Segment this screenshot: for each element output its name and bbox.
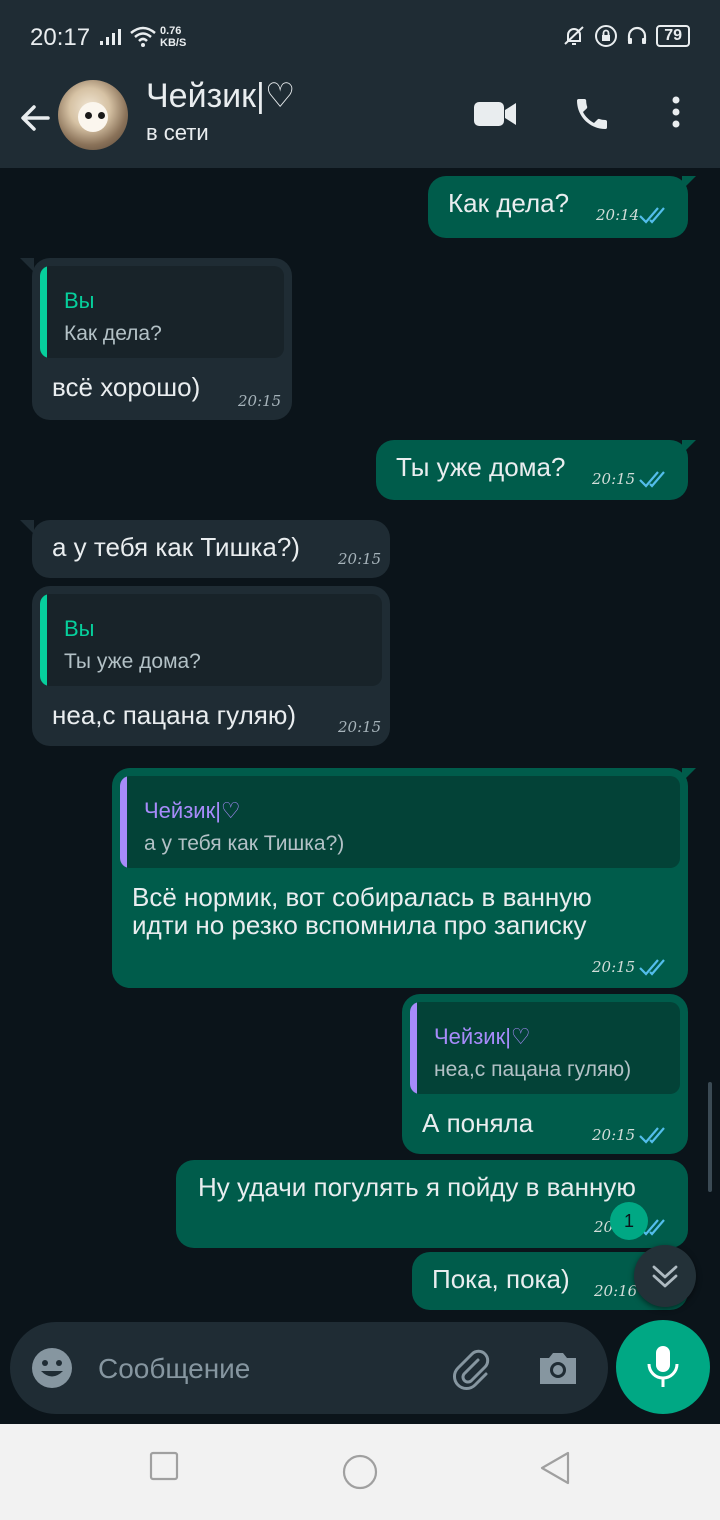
message-text: Ну удачи погулять я пойду в ванную: [198, 1172, 636, 1202]
message-time: 20:15: [592, 958, 636, 976]
status-time: 20:17: [30, 24, 91, 51]
camera-icon[interactable]: [536, 1346, 580, 1390]
quote-text: Как дела?: [64, 322, 162, 345]
contact-status: в сети: [146, 120, 209, 145]
quote-author: Вы: [64, 288, 95, 313]
avatar-eye: [85, 112, 92, 119]
message-outgoing[interactable]: Чейзик|♡ а у тебя как Тишка?) Всё нормик…: [112, 768, 696, 988]
reply-quote[interactable]: Вы Как дела?: [40, 266, 284, 358]
message-time: 20:15: [592, 1126, 636, 1144]
contact-name[interactable]: Чейзик|♡: [146, 76, 295, 116]
message-incoming[interactable]: а у тебя как Тишка?) 20:15: [20, 520, 390, 578]
unread-badge[interactable]: 1: [610, 1202, 648, 1240]
message-text: неа,с пацана гуляю): [52, 700, 296, 730]
video-camera-icon[interactable]: [472, 98, 518, 130]
reply-quote[interactable]: Чейзик|♡ а у тебя как Тишка?): [120, 776, 680, 868]
message-time: 20:16: [594, 1282, 638, 1300]
bubble-tail: [20, 258, 34, 272]
message-time: 20:15: [338, 718, 382, 736]
double-check-icon: [639, 471, 665, 488]
reply-quote[interactable]: Вы Ты уже дома?: [40, 594, 382, 686]
bubble-tail: [682, 440, 696, 454]
quote-bar: [120, 776, 127, 868]
paperclip-icon[interactable]: [448, 1346, 494, 1392]
home-icon[interactable]: [340, 1452, 380, 1492]
bell-off-icon: [564, 26, 584, 45]
bubble-tail: [20, 520, 34, 534]
quote-author: Чейзик|♡: [144, 798, 241, 823]
message-text: всё хорошо): [52, 372, 201, 402]
double-check-icon: [639, 207, 665, 224]
emoji-icon[interactable]: [30, 1346, 74, 1390]
back-nav-icon[interactable]: [538, 1450, 574, 1486]
message-text-line: Всё нормик, вот собиралась в ванную: [132, 882, 592, 912]
message-outgoing[interactable]: Ты уже дома? 20:15: [376, 440, 696, 500]
status-bar: 20:17 0.76 KB/S 79: [0, 0, 720, 76]
headphones-icon: [628, 26, 647, 44]
wifi-icon: [130, 26, 156, 47]
network-speed: 0.76 KB/S: [160, 25, 187, 49]
system-nav-bar: [0, 1424, 720, 1520]
message-time: 20:15: [238, 392, 282, 410]
message-input[interactable]: [96, 1322, 440, 1416]
reply-quote[interactable]: Чейзик|♡ неа,с пацана гуляю): [410, 1002, 680, 1094]
quote-text: неа,с пацана гуляю): [434, 1058, 632, 1081]
scroll-to-bottom-button[interactable]: [634, 1245, 696, 1307]
message-text-line: идти но резко вспомнила про записку: [132, 910, 587, 940]
microphone-button[interactable]: [616, 1320, 710, 1414]
message-outgoing[interactable]: Как дела? 20:14: [428, 176, 696, 238]
microphone-icon: [647, 1346, 679, 1387]
message-text: А поняла: [422, 1108, 534, 1138]
phone-icon[interactable]: [572, 94, 612, 134]
double-check-icon: [639, 959, 665, 976]
quote-bar: [40, 594, 47, 686]
message-incoming[interactable]: Вы Ты уже дома? неа,с пацана гуляю) 20:1…: [32, 586, 390, 746]
double-check-icon: [639, 1127, 665, 1144]
message-incoming[interactable]: Вы Как дела? всё хорошо) 20:15: [20, 258, 292, 420]
avatar[interactable]: [58, 80, 128, 150]
recent-apps-icon[interactable]: [148, 1450, 180, 1482]
avatar-eye: [98, 112, 105, 119]
message-outgoing[interactable]: Ну удачи погулять я пойду в ванную 20:16: [176, 1160, 688, 1248]
message-time: 20:15: [592, 470, 636, 488]
quote-author: Чейзик|♡: [434, 1024, 531, 1049]
quote-text: а у тебя как Тишка?): [144, 832, 345, 855]
more-vertical-icon[interactable]: [664, 94, 688, 134]
message-text: а у тебя как Тишка?): [52, 532, 300, 562]
quote-bar: [40, 266, 47, 358]
chat-header: Чейзик|♡ в сети: [0, 76, 720, 168]
message-text: Как дела?: [448, 188, 570, 218]
message-outgoing[interactable]: Чейзик|♡ неа,с пацана гуляю) А поняла 20…: [402, 994, 688, 1154]
bubble-tail: [682, 176, 696, 190]
battery-indicator: 79: [656, 25, 690, 47]
quote-text: Ты уже дома?: [64, 650, 201, 673]
message-composer: [10, 1322, 608, 1416]
message-text: Пока, пока): [432, 1264, 570, 1294]
scrollbar-thumb[interactable]: [708, 1082, 712, 1192]
message-text: Ты уже дома?: [396, 452, 566, 482]
chevrons-down-icon: [652, 1265, 678, 1288]
quote-bar: [410, 1002, 417, 1094]
quote-author: Вы: [64, 616, 95, 641]
message-time: 20:15: [338, 550, 382, 568]
bubble-tail: [682, 768, 696, 782]
signal-icon: [100, 29, 121, 45]
arrow-left-icon[interactable]: [14, 96, 58, 140]
chat-screen: 20:17 0.76 KB/S 79 Чейзик|♡ в сети Как д…: [0, 0, 720, 1520]
message-time: 20:14: [596, 206, 640, 224]
lock-circle-icon: [595, 25, 618, 47]
status-right: 79: [562, 24, 690, 48]
